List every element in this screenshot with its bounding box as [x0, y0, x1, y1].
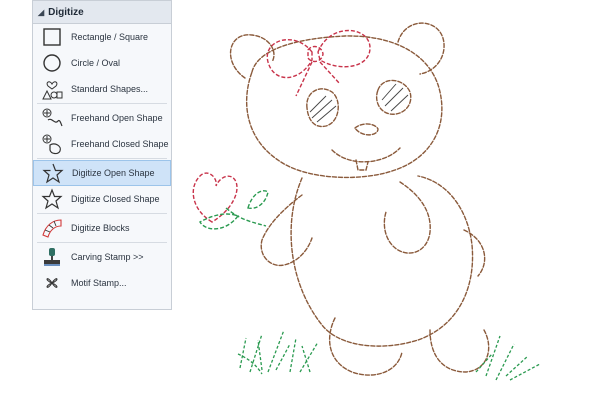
- menu-item-label: Freehand Open Shape: [71, 113, 163, 123]
- circle-icon: [39, 52, 65, 74]
- separator: [37, 213, 167, 214]
- flower-petals: [192, 172, 238, 223]
- bear-nose: [354, 123, 379, 136]
- motif-stamp-icon: [39, 272, 65, 294]
- menu-item-label: Freehand Closed Shape: [71, 139, 169, 149]
- panel-title: Digitize: [48, 6, 84, 18]
- bow-embroidery: [266, 29, 371, 97]
- bear-right-ear: [397, 22, 445, 75]
- menu-item-label: Digitize Open Shape: [72, 168, 155, 178]
- menu-item-circle[interactable]: Circle / Oval: [33, 50, 171, 76]
- separator: [37, 242, 167, 243]
- menu-item-standard-shapes[interactable]: Standard Shapes...: [33, 76, 171, 102]
- bear-mouth: [331, 147, 401, 163]
- menu-item-label: Carving Stamp >>: [71, 252, 144, 262]
- bear-left-arm: [260, 194, 313, 267]
- bear-right-arm: [383, 181, 431, 254]
- menu-item-rectangle[interactable]: Rectangle / Square: [33, 24, 171, 50]
- flower-leaf: [199, 213, 240, 230]
- separator: [37, 158, 167, 159]
- menu-item-freehand-open[interactable]: Freehand Open Shape: [33, 105, 171, 131]
- digitize-open-star-icon: [40, 162, 66, 184]
- bear-left-leg: [328, 317, 403, 376]
- freehand-closed-icon: [39, 133, 65, 155]
- menu-item-label: Rectangle / Square: [71, 32, 149, 42]
- rectangle-icon: [39, 26, 65, 48]
- digitize-blocks-icon: [39, 217, 65, 239]
- menu-item-carving-stamp[interactable]: Carving Stamp >>: [33, 244, 171, 270]
- bear-body: [290, 175, 474, 347]
- menu-item-label: Circle / Oval: [71, 58, 121, 68]
- menu-item-label: Digitize Blocks: [71, 223, 130, 233]
- flower-stem: [225, 207, 267, 227]
- flower-embroidery: [192, 172, 269, 230]
- menu-item-freehand-closed[interactable]: Freehand Closed Shape: [33, 131, 171, 157]
- bow-tail-left: [295, 61, 313, 97]
- bear-head: [245, 35, 443, 179]
- grass-embroidery: [237, 329, 541, 381]
- bow-tail-right: [319, 61, 341, 85]
- standard-shapes-icon: [39, 78, 65, 100]
- design-canvas[interactable]: [180, 0, 600, 400]
- menu-item-digitize-closed[interactable]: Digitize Closed Shape: [33, 186, 171, 212]
- menu-item-label: Standard Shapes...: [71, 84, 149, 94]
- flower-leaf-2: [247, 190, 269, 209]
- carving-stamp-icon: [39, 246, 65, 268]
- teddy-bear-embroidery: [229, 22, 490, 376]
- separator: [37, 103, 167, 104]
- freehand-open-icon: [39, 107, 65, 129]
- bow-knot: [307, 45, 324, 63]
- panel-header[interactable]: ◢ Digitize: [33, 1, 171, 24]
- menu-item-motif-stamp[interactable]: Motif Stamp...: [33, 270, 171, 296]
- menu-item-label: Digitize Closed Shape: [71, 194, 160, 204]
- menu-item-digitize-open[interactable]: Digitize Open Shape: [33, 160, 171, 186]
- digitize-panel: ◢ Digitize Rectangle / Square Circle / O…: [32, 0, 172, 310]
- bear-right-leg: [429, 329, 490, 373]
- menu-item-digitize-blocks[interactable]: Digitize Blocks: [33, 215, 171, 241]
- menu-item-label: Motif Stamp...: [71, 278, 127, 288]
- digitize-closed-star-icon: [39, 188, 65, 210]
- bear-tail-fur: [463, 229, 486, 277]
- collapse-triangle-icon[interactable]: ◢: [38, 8, 44, 17]
